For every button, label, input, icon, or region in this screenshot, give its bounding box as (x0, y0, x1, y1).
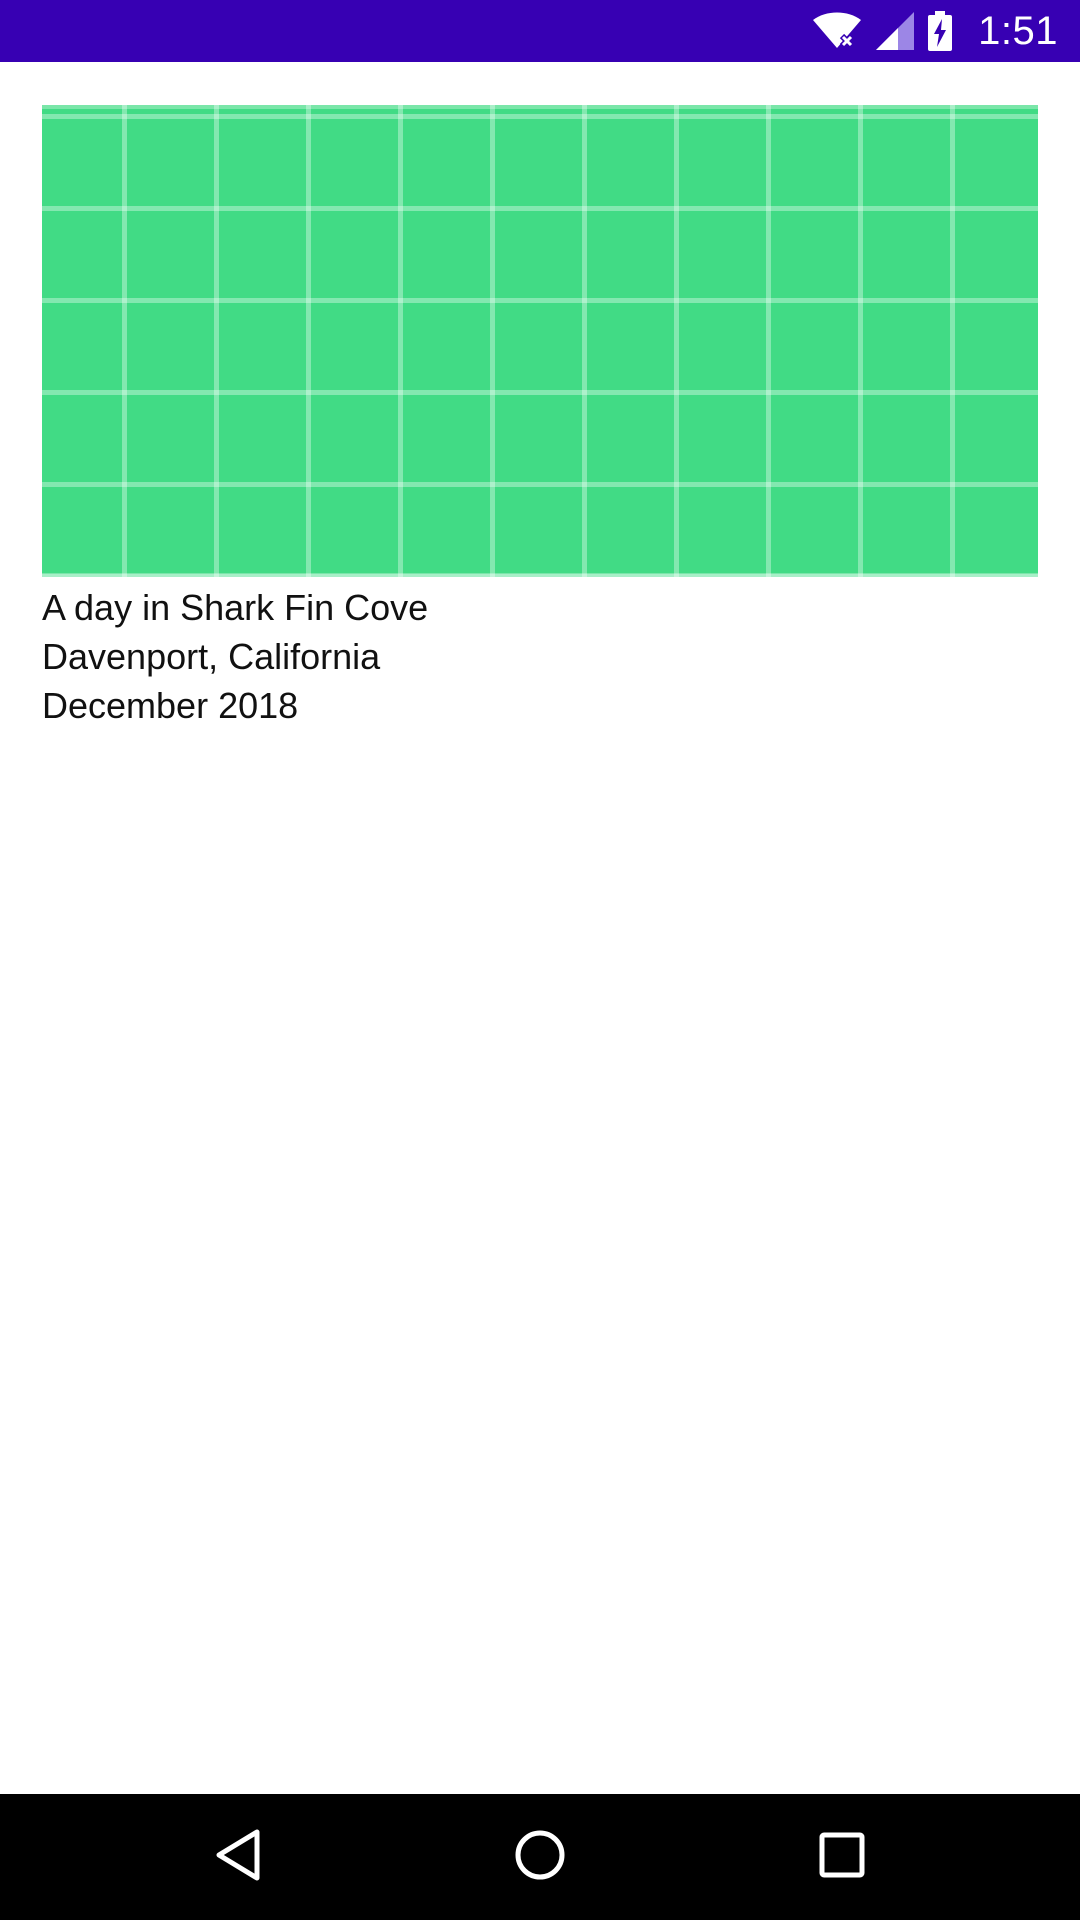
status-time: 1:51 (978, 8, 1058, 53)
caption-date: December 2018 (42, 685, 299, 726)
recents-button[interactable] (812, 1827, 872, 1887)
caption: A day in Shark Fin Cove Davenport, Calif… (42, 583, 1038, 730)
card: A day in Shark Fin Cove Davenport, Calif… (42, 105, 1038, 730)
caption-title: A day in Shark Fin Cove (42, 587, 429, 628)
cell-signal-icon (876, 12, 915, 50)
wifi-icon (812, 12, 862, 50)
screen: 1:51 A day in Shark Fin Cove Davenport, … (0, 0, 1080, 1920)
battery-charging-icon (928, 11, 953, 51)
image-placeholder (42, 105, 1038, 577)
navigation-bar (0, 1794, 1080, 1920)
status-icons: 1:51 (812, 0, 1058, 62)
back-icon (213, 1828, 263, 1887)
status-bar: 1:51 (0, 0, 1080, 62)
home-icon (513, 1828, 567, 1887)
recents-icon (818, 1831, 866, 1884)
home-button[interactable] (510, 1827, 570, 1887)
back-button[interactable] (208, 1827, 268, 1887)
caption-location: Davenport, California (42, 636, 381, 677)
